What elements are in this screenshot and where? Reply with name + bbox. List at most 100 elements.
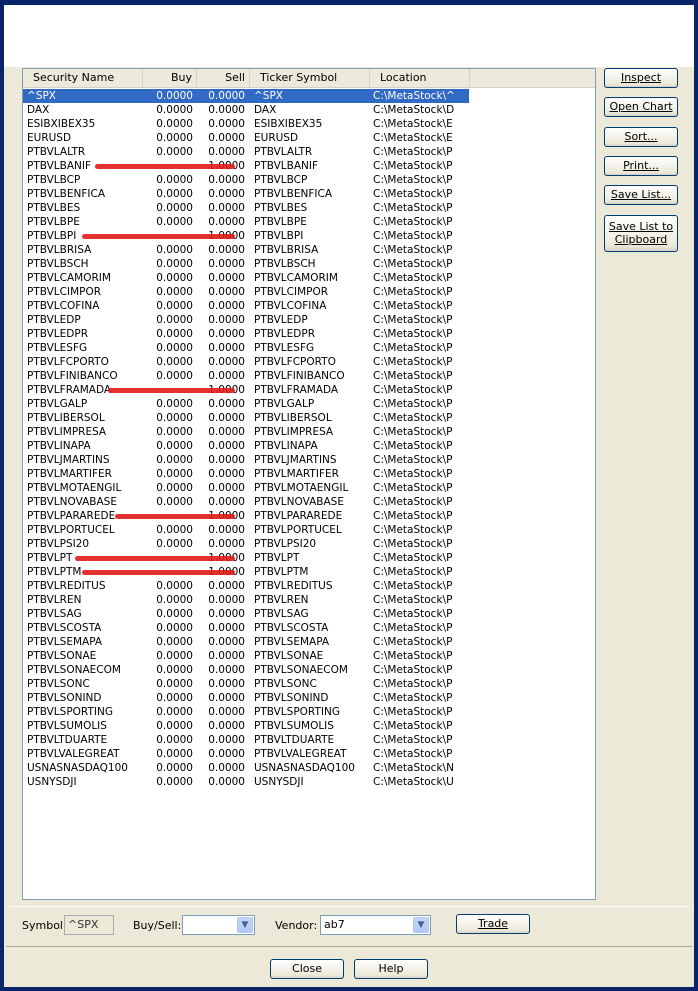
list-row[interactable]: PTBVLSONC 0.0000 0.0000 PTBVLSONC C:\MetaSto… <box>23 677 595 691</box>
list-row[interactable]: PTBVLGALP 0.0000 0.0000 PTBVLGALP C:\MetaSto… <box>23 397 595 411</box>
list-row[interactable]: PTBVLSONIND 0.0000 0.0000 PTBVLSONIND C:\Met… <box>23 691 595 705</box>
list-row[interactable]: PTBVLSEMAPA 0.0000 0.0000 PTBVLSEMAPA C:\Met… <box>23 635 595 649</box>
column-header-security-name[interactable]: Security Name <box>23 69 143 87</box>
sell-cell: 0.0000 <box>208 622 245 634</box>
list-row[interactable]: PTBVLESFG 0.0000 0.0000 PTBVLESFG C:\MetaSto… <box>23 341 595 355</box>
list-row[interactable]: PTBVLSONAECOM 0.0000 0.0000 PTBVLSONAECOM C:… <box>23 663 595 677</box>
list-row[interactable]: PTBVLREN 0.0000 0.0000 PTBVLREN C:\MetaStock… <box>23 593 595 607</box>
buy-cell: 0.0000 <box>156 398 193 410</box>
location-cell: C:\MetaStock\P <box>373 286 453 298</box>
security-name-cell: PTBVLCIMPOR <box>27 286 102 298</box>
red-scribble-mark <box>75 556 235 561</box>
sell-cell: 0.0000 <box>208 146 245 158</box>
list-row[interactable]: PTBVLEDP 0.0000 0.0000 PTBVLEDP C:\MetaStock… <box>23 313 595 327</box>
list-row[interactable]: PTBVLBSCH 0.0000 0.0000 PTBVLBSCH C:\MetaSto… <box>23 257 595 271</box>
security-name-cell: PTBVLSEMAPA <box>27 636 103 648</box>
trade-panel: Symbol: ^SPX Buy/Sell: ▼ Vendor: ab7 ▼ T… <box>10 906 690 945</box>
list-row[interactable]: PTBVLTDUARTE 0.0000 0.0000 PTBVLTDUARTE C:\M… <box>23 733 595 747</box>
trade-button[interactable]: Trade <box>456 914 530 934</box>
help-button[interactable]: Help <box>354 959 428 979</box>
list-row[interactable]: PTBVLVALEGREAT 0.0000 0.0000 PTBVLVALEGREAT… <box>23 747 595 761</box>
vendor-select[interactable]: ab7 ▼ <box>320 915 431 935</box>
column-header-location[interactable]: Location <box>370 69 470 87</box>
close-button[interactable]: Close <box>270 959 344 979</box>
sell-cell: 0.0000 <box>208 762 245 774</box>
list-row[interactable]: ESIBXIBEX35 0.0000 0.0000 ESIBXIBEX35 C:\Met… <box>23 117 595 131</box>
inspect-button[interactable]: Inspect <box>604 68 678 88</box>
window-bottom-border <box>0 987 698 991</box>
security-list[interactable]: Security Name Buy Sell Ticker Symbol Loc… <box>22 68 596 900</box>
list-row[interactable]: PTBVLBENFICA 0.0000 0.0000 PTBVLBENFICA C:\M… <box>23 187 595 201</box>
location-cell: C:\MetaStock\P <box>373 314 453 326</box>
list-row[interactable]: PTBVLALTR 0.0000 0.0000 PTBVLALTR C:\MetaSto… <box>23 145 595 159</box>
column-header-ticker-symbol[interactable]: Ticker Symbol <box>250 69 370 87</box>
location-cell: C:\MetaStock\P <box>373 412 453 424</box>
print-button[interactable]: Print... <box>604 156 678 176</box>
list-row[interactable]: PTBVLSAG 0.0000 0.0000 PTBVLSAG C:\MetaStock… <box>23 607 595 621</box>
buy-cell: 0.0000 <box>156 356 193 368</box>
list-row[interactable]: PTBVLMOTAENGIL 0.0000 0.0000 PTBVLMOTAENGIL… <box>23 481 595 495</box>
save-list-button[interactable]: Save List... <box>604 185 678 205</box>
list-row[interactable]: PTBVLBPI1.0000PTBVLBPIC:\MetaStock\P <box>23 229 595 243</box>
open-chart-button[interactable]: Open Chart <box>604 97 678 117</box>
list-row[interactable]: PTBVLCIMPOR 0.0000 0.0000 PTBVLCIMPOR C:\Met… <box>23 285 595 299</box>
list-row[interactable]: PTBVLSONAE 0.0000 0.0000 PTBVLSONAE C:\MetaS… <box>23 649 595 663</box>
list-row[interactable]: EURUSD 0.0000 0.0000 EURUSD C:\MetaStock\E <box>23 131 595 145</box>
list-row[interactable]: PTBVLPORTUCEL 0.0000 0.0000 PTBVLPORTUCEL C:… <box>23 523 595 537</box>
security-name-cell: USNYSDJI <box>27 776 77 788</box>
list-row[interactable]: PTBVLPARAREDE1.0000PTBVLPARAREDEC:\MetaS… <box>23 509 595 523</box>
sell-cell: 0.0000 <box>208 468 245 480</box>
sell-cell: 0.0000 <box>208 734 245 746</box>
save-list-to-clipboard-button[interactable]: Save List to Clipboard <box>604 215 678 252</box>
buy-cell: 0.0000 <box>156 482 193 494</box>
ticker-symbol-cell: PTBVLESFG <box>254 342 315 354</box>
security-name-cell: PTBVLEDP <box>27 314 81 326</box>
list-row[interactable]: PTBVLPSI20 0.0000 0.0000 PTBVLPSI20 C:\MetaS… <box>23 537 595 551</box>
list-row[interactable]: PTBVLSUMOLIS 0.0000 0.0000 PTBVLSUMOLIS C:\M… <box>23 719 595 733</box>
security-name-cell: EURUSD <box>27 132 72 144</box>
list-row[interactable]: PTBVLBCP 0.0000 0.0000 PTBVLBCP C:\MetaStock… <box>23 173 595 187</box>
chevron-down-icon[interactable]: ▼ <box>237 917 253 933</box>
list-row[interactable]: PTBVLCOFINA 0.0000 0.0000 PTBVLCOFINA C:\Met… <box>23 299 595 313</box>
sell-cell: 0.0000 <box>208 258 245 270</box>
list-row[interactable]: PTBVLINAPA 0.0000 0.0000 PTBVLINAPA C:\MetaS… <box>23 439 595 453</box>
list-row[interactable]: PTBVLEDPR 0.0000 0.0000 PTBVLEDPR C:\MetaSto… <box>23 327 595 341</box>
chevron-down-icon[interactable]: ▼ <box>413 917 429 933</box>
location-cell: C:\MetaStock\P <box>373 202 453 214</box>
list-row[interactable]: PTBVLCAMORIM 0.0000 0.0000 PTBVLCAMORIM C:\M… <box>23 271 595 285</box>
column-header-sell[interactable]: Sell <box>197 69 250 87</box>
sort-button[interactable]: Sort... <box>604 127 678 147</box>
list-row[interactable]: PTBVLSPORTING 0.0000 0.0000 PTBVLSPORTING C:… <box>23 705 595 719</box>
security-name-cell: PTBVLFINIBANCO <box>27 370 118 382</box>
list-row[interactable]: PTBVLIBERSOL 0.0000 0.0000 PTBVLIBERSOL C:\M… <box>23 411 595 425</box>
security-name-cell: ^SPX <box>27 90 56 102</box>
list-row[interactable]: PTBVLBANIF1.0000PTBVLBANIFC:\MetaStock\P <box>23 159 595 173</box>
sell-cell: 0.0000 <box>208 244 245 256</box>
security-name-cell: PTBVLBCP <box>27 174 81 186</box>
list-row[interactable]: PTBVLPTM1.0000PTBVLPTMC:\MetaStock\P <box>23 565 595 579</box>
list-row[interactable]: ^SPX 0.0000 0.0000 ^SPX C:\MetaStock\^ <box>23 88 470 104</box>
list-row[interactable]: PTBVLPT1.0000PTBVLPTC:\MetaStock\P <box>23 551 595 565</box>
list-row[interactable]: PTBVLREDITUS 0.0000 0.0000 PTBVLREDITUS C:\M… <box>23 579 595 593</box>
security-name-cell: PTBVLBES <box>27 202 81 214</box>
list-row[interactable]: USNASNASDAQ100 0.0000 0.0000 USNASNASDAQ100… <box>23 761 595 775</box>
list-row[interactable]: PTBVLNOVABASE 0.0000 0.0000 PTBVLNOVABASE C:… <box>23 495 595 509</box>
list-row[interactable]: PTBVLJMARTINS 0.0000 0.0000 PTBVLJMARTINS C:… <box>23 453 595 467</box>
location-cell: C:\MetaStock\P <box>373 552 453 564</box>
list-row[interactable]: PTBVLFCPORTO 0.0000 0.0000 PTBVLFCPORTO C:\M… <box>23 355 595 369</box>
list-row[interactable]: PTBVLIMPRESA 0.0000 0.0000 PTBVLIMPRESA C:\M… <box>23 425 595 439</box>
buy-cell: 0.0000 <box>156 650 193 662</box>
list-row[interactable]: PTBVLMARTIFER 0.0000 0.0000 PTBVLMARTIFER C:… <box>23 467 595 481</box>
list-row[interactable]: PTBVLBPE 0.0000 0.0000 PTBVLBPE C:\MetaStock… <box>23 215 595 229</box>
list-row[interactable]: USNYSDJI 0.0000 0.0000 USNYSDJI C:\MetaStock… <box>23 775 595 789</box>
list-row[interactable]: DAX 0.0000 0.0000 DAX C:\MetaStock\D <box>23 103 595 117</box>
location-cell: C:\MetaStock\P <box>373 258 453 270</box>
list-row[interactable]: PTBVLFRAMADA1.0000PTBVLFRAMADAC:\MetaSto… <box>23 383 595 397</box>
list-row[interactable]: PTBVLSCOSTA 0.0000 0.0000 PTBVLSCOSTA C:\Met… <box>23 621 595 635</box>
column-header-buy[interactable]: Buy <box>143 69 197 87</box>
list-row[interactable]: PTBVLBES 0.0000 0.0000 PTBVLBES C:\MetaStock… <box>23 201 595 215</box>
buy-sell-select[interactable]: ▼ <box>182 915 255 935</box>
sell-cell: 0.0000 <box>208 300 245 312</box>
list-row[interactable]: PTBVLFINIBANCO 0.0000 0.0000 PTBVLFINIBANCO… <box>23 369 595 383</box>
list-row[interactable]: PTBVLBRISA 0.0000 0.0000 PTBVLBRISA C:\MetaS… <box>23 243 595 257</box>
